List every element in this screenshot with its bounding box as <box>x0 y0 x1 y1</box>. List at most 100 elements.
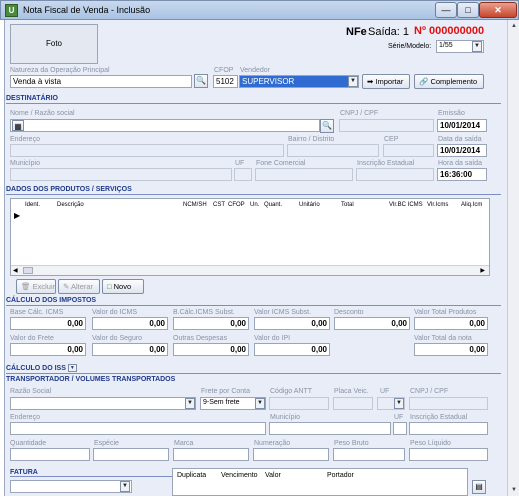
hora-field[interactable]: 16:36:00 <box>437 168 487 181</box>
chevron-down-icon[interactable]: ▼ <box>255 398 265 409</box>
new-icon: □ <box>107 282 112 291</box>
placa-field[interactable] <box>333 397 373 410</box>
total-produtos-field[interactable]: 0,00 <box>414 317 488 330</box>
municipio-transp-field[interactable] <box>269 422 391 435</box>
emissao-field[interactable]: 10/01/2014 <box>437 119 487 132</box>
col-header[interactable]: CFOP <box>228 202 245 208</box>
peso-liquido-label: Peso Líquido <box>410 440 451 447</box>
col-header[interactable]: Duplicata <box>177 472 206 479</box>
fatura-grid[interactable]: Duplicata Vencimento Valor Portador <box>172 468 468 496</box>
cfop-label: CFOP <box>214 67 234 74</box>
cfop-field[interactable]: 5102 <box>213 75 238 88</box>
fone-field[interactable] <box>255 168 353 181</box>
col-header[interactable]: NCM/SH <box>183 202 207 208</box>
scroll-down-icon[interactable]: ▼ <box>509 485 519 495</box>
client-icon[interactable]: ▦ <box>12 120 24 131</box>
endereco-transp-label: Endereço <box>10 414 40 421</box>
scroll-up-icon[interactable]: ▲ <box>509 21 519 31</box>
search-icon[interactable]: 🔍 <box>320 119 334 133</box>
complemento-button[interactable]: 🔗 Complemento <box>414 74 484 89</box>
bairro-label: Bairro / Distrito <box>288 136 335 143</box>
bc-subst-field[interactable]: 0,00 <box>173 317 249 330</box>
chevron-down-icon[interactable]: ▼ <box>394 398 404 409</box>
razao-label: Razão Social <box>10 388 52 395</box>
col-header[interactable]: Portador <box>327 472 354 479</box>
col-header[interactable]: Valor <box>265 472 281 479</box>
complemento-label: Complemento <box>430 77 478 86</box>
peso-liquido-field[interactable] <box>409 448 488 461</box>
natureza-field[interactable]: Venda à vista <box>10 75 192 88</box>
frete-field[interactable]: 0,00 <box>10 343 86 356</box>
peso-bruto-field[interactable] <box>333 448 405 461</box>
valor-icms-field[interactable]: 0,00 <box>92 317 168 330</box>
col-header[interactable]: Descrição <box>57 202 84 208</box>
numeracao-field[interactable] <box>253 448 329 461</box>
nome-field[interactable] <box>10 119 320 132</box>
especie-field[interactable] <box>93 448 169 461</box>
cnpj-field[interactable] <box>339 119 434 132</box>
cep-field[interactable] <box>383 144 434 157</box>
seguro-field[interactable]: 0,00 <box>92 343 168 356</box>
frete-label: Valor do Frete <box>10 335 54 342</box>
col-header[interactable]: Unitário <box>299 202 320 208</box>
endereco-field[interactable] <box>10 144 284 157</box>
minimize-button[interactable]: — <box>435 2 457 18</box>
icms-subst-field[interactable]: 0,00 <box>254 317 330 330</box>
chevron-down-icon[interactable]: ▼ <box>472 41 482 52</box>
importar-button[interactable]: ➡ Importar <box>362 74 410 89</box>
ie-transp-field[interactable] <box>409 422 488 435</box>
produtos-grid[interactable]: Ident. Descrição NCM/SH CST CFOP Un. Qua… <box>10 198 490 276</box>
frete-conta-label: Frete por Conta <box>201 388 251 395</box>
ipi-field[interactable]: 0,00 <box>254 343 330 356</box>
chevron-down-icon[interactable]: ▼ <box>185 398 195 409</box>
total-nota-field[interactable]: 0,00 <box>414 343 488 356</box>
nome-label: Nome / Razão social <box>10 110 75 117</box>
col-header[interactable]: CST <box>213 202 225 208</box>
bairro-field[interactable] <box>287 144 379 157</box>
endereco-transp-field[interactable] <box>10 422 266 435</box>
col-header[interactable]: Quant. <box>264 202 282 208</box>
vendedor-select[interactable]: SUPERVISOR <box>239 75 359 88</box>
desconto-field[interactable]: 0,00 <box>334 317 410 330</box>
chevron-down-icon[interactable]: ▼ <box>120 481 130 492</box>
col-header[interactable]: Total <box>341 202 354 208</box>
scroll-right-icon[interactable]: ▶ <box>480 267 485 274</box>
close-button[interactable]: ✕ <box>479 2 517 18</box>
novo-button[interactable]: □ Novo <box>102 279 144 294</box>
quantidade-label: Quantidade <box>10 440 47 447</box>
col-header[interactable]: Ident. <box>25 202 40 208</box>
serie-label: Série/Modelo: <box>388 43 432 50</box>
quantidade-field[interactable] <box>10 448 90 461</box>
alterar-button[interactable]: ✎ Alterar <box>58 279 100 294</box>
data-saida-field[interactable]: 10/01/2014 <box>437 144 487 157</box>
col-header[interactable]: Aliq.Icm <box>461 202 482 208</box>
maximize-button[interactable]: □ <box>457 2 479 18</box>
outras-field[interactable]: 0,00 <box>173 343 249 356</box>
uf-field[interactable] <box>234 168 252 181</box>
expand-icon[interactable]: ▼ <box>67 364 77 372</box>
uf2-transp-field[interactable] <box>393 422 407 435</box>
ie-field[interactable] <box>356 168 434 181</box>
antt-field[interactable] <box>269 397 329 410</box>
col-header[interactable]: Vencimento <box>221 472 258 479</box>
razao-select[interactable] <box>10 397 196 410</box>
cnpj-transp-field[interactable] <box>409 397 488 410</box>
scroll-left-icon[interactable]: ◀ <box>13 267 18 274</box>
calculator-icon[interactable]: ▤ <box>472 480 486 494</box>
fatura-select[interactable] <box>10 480 132 493</box>
col-header[interactable]: Un. <box>250 202 259 208</box>
base-icms-field[interactable]: 0,00 <box>10 317 86 330</box>
search-icon[interactable]: 🔍 <box>194 74 208 88</box>
col-header[interactable]: Vlr.Icms <box>427 202 448 208</box>
horizontal-scrollbar[interactable]: ◀ ▶ <box>11 265 489 275</box>
scroll-thumb[interactable] <box>23 267 33 274</box>
chevron-down-icon[interactable]: ▼ <box>348 76 358 87</box>
col-header[interactable]: Vlr.BC ICMS <box>389 202 423 208</box>
iss-header[interactable]: CÁLCULO DO ISS ▼ <box>6 364 501 374</box>
municipio-field[interactable] <box>10 168 232 181</box>
impostos-header: CÁLCULO DOS IMPOSTOS <box>6 297 501 306</box>
excluir-button[interactable]: 🗑 Excluir <box>16 279 56 294</box>
marca-field[interactable] <box>173 448 249 461</box>
photo-box[interactable]: Foto <box>10 24 98 64</box>
vertical-scrollbar[interactable]: ▲ ▼ <box>507 20 519 496</box>
